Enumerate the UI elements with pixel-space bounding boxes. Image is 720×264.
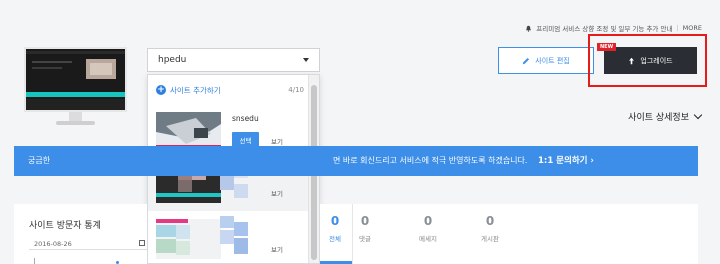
more-link[interactable]: MORE [683,24,702,32]
site-detail-label: 사이트 상세정보 [628,113,689,123]
tab-count: 0 [360,214,370,228]
tab-count: 0 [423,214,433,228]
notice-bar: 프리미엄 서비스 상향 조정 및 일부 기능 추가 안내 | MORE [525,23,702,33]
site-count: 4/10 [288,86,304,94]
site-name: snsedu [232,114,259,123]
plus-circle-icon: + [156,85,166,95]
site-list-item[interactable]: 보기 [148,212,309,263]
tab-board[interactable]: 0 게시판 [470,204,510,264]
blurred-site-name [220,216,248,254]
chevron-down-icon [693,110,703,120]
stats-title: 사이트 방문자 통계 [29,221,101,231]
stats-date-input[interactable]: 2016-08-26 [34,240,72,248]
tab-comments[interactable]: 0 댓글 [345,204,385,264]
site-select-value: hpedu [158,55,187,65]
tab-label: 댓글 [359,235,371,243]
notice-link[interactable]: 프리미엄 서비스 상향 조정 및 일부 기능 추가 안내 [536,23,672,33]
site-thumbnail-image [156,219,221,259]
monitor-neck [69,112,82,121]
banner-text-right: 면 바로 회신드리고 서비스에 적극 반영하도록 하겠습니다. 1:1 문의하기… [333,146,594,176]
visitor-stats-card: 사이트 방문자 통계 2016-08-26 [14,204,147,264]
site-select[interactable]: hpedu [147,48,320,72]
notice-separator: | [676,24,679,32]
caret-down-icon [303,58,309,62]
edit-site-button[interactable]: 사이트 편집 [498,47,594,74]
upgrade-button[interactable]: 업그레이드 [604,47,697,74]
site-preview-image [26,49,125,110]
add-site-label: 사이트 추가하기 [170,85,221,95]
pencil-icon [523,57,530,64]
tab-label: 메세지 [419,235,437,243]
edit-site-label: 사이트 편집 [535,56,570,65]
site-detail-toggle[interactable]: 사이트 상세정보 [628,110,703,123]
tab-label: 게시판 [481,235,499,243]
new-badge: NEW [597,43,617,51]
view-site-link[interactable]: 보기 [271,188,283,198]
upload-arrow-icon [629,57,635,64]
activity-tabs: 0 전체 0 댓글 0 메세지 0 게시판 [320,204,698,264]
inquiry-link[interactable]: 1:1 문의하기 › [538,156,594,166]
bell-icon [526,25,532,32]
tab-count: 0 [485,214,495,228]
inquiry-banner[interactable]: 궁금한 면 바로 회신드리고 서비스에 적극 반영하도록 하겠습니다. 1:1 … [14,146,698,176]
monitor-screen [24,47,127,112]
dropdown-header: + 사이트 추가하기 4/10 [148,75,308,105]
banner-text-left: 궁금한 [28,156,51,165]
chart-axis [34,258,37,264]
upgrade-label: 업그레이드 [640,56,673,65]
monitor-base [56,121,95,125]
view-site-link[interactable]: 보기 [271,136,283,146]
tab-messages[interactable]: 0 메세지 [408,204,448,264]
site-thumbnail[interactable] [24,47,127,127]
banner-message: 면 바로 회신드리고 서비스에 적극 반영하도록 하겠습니다. [333,156,528,165]
calendar-icon[interactable] [139,240,145,246]
add-site-button[interactable]: + 사이트 추가하기 [156,85,221,96]
view-site-link[interactable]: 보기 [271,244,283,254]
